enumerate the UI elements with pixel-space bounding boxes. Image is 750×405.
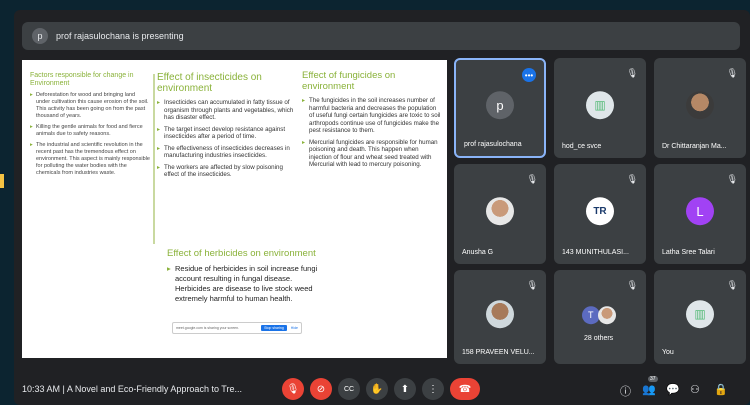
- more-options-icon[interactable]: ⋮: [422, 378, 444, 400]
- participant-tile[interactable]: 🎙 ▥ hod_ce svce: [554, 58, 646, 158]
- slide-bullet: The fungicides in the soil increases num…: [302, 97, 442, 135]
- participant-tile[interactable]: 🎙 L Latha Sree Talari: [654, 164, 746, 264]
- others-count: 28 others: [584, 335, 614, 342]
- self-tile[interactable]: 🎙 ▥ You: [654, 270, 746, 364]
- mic-off-icon: 🎙: [626, 174, 638, 184]
- more-options-icon[interactable]: •••: [522, 68, 536, 82]
- presenting-bar: p prof rajasulochana is presenting: [22, 22, 740, 50]
- participant-name: You: [662, 349, 674, 356]
- host-controls-icon[interactable]: 🔒: [714, 383, 728, 396]
- avatar: ▥: [686, 300, 714, 329]
- participant-tile[interactable]: 🎙 Dr Chittaranjan Ma...: [654, 58, 746, 158]
- control-bar: 10:33 AM | A Novel and Eco-Friendly Appr…: [14, 372, 750, 405]
- activities-icon[interactable]: ⚇: [690, 383, 700, 396]
- slide-col-insecticides: Effect of insecticides on environment In…: [157, 72, 297, 183]
- mic-off-icon: 🎙: [626, 280, 638, 290]
- end-call-button[interactable]: ☎: [450, 378, 480, 400]
- slide-bullet: Killing the gentle animals for food and …: [30, 124, 150, 138]
- slide-bullet: Deforestation for wood and bringing land…: [30, 92, 150, 120]
- sharing-popup: meet.google.com is sharing your screen. …: [172, 322, 302, 334]
- participant-name: prof rajasulochana: [464, 141, 522, 148]
- participant-tile[interactable]: 🎙 Anusha G: [454, 164, 546, 264]
- participant-name: 158 PRAVEEN VELU...: [462, 349, 535, 356]
- presenting-text: prof rajasulochana is presenting: [56, 31, 184, 41]
- slide-heading: Factors responsible for change in Enviro…: [30, 72, 134, 87]
- avatar: [686, 91, 714, 120]
- mic-off-icon: 🎙: [526, 280, 538, 290]
- participant-tile[interactable]: 🎙 TR 143 MUNITHULASI...: [554, 164, 646, 264]
- present-icon[interactable]: ⬆: [394, 378, 416, 400]
- avatar: ▥: [586, 91, 614, 120]
- highlight-marker: [0, 174, 4, 188]
- avatar: p: [486, 91, 514, 120]
- avatar: TR: [586, 197, 614, 226]
- stop-sharing-button[interactable]: Stop sharing: [261, 325, 287, 331]
- chat-icon[interactable]: 💬: [666, 383, 680, 396]
- raise-hand-icon[interactable]: ✋: [366, 378, 388, 400]
- slide-bullet: The workers are affected by slow poisoni…: [157, 164, 297, 179]
- slide-col-factors: Factors responsible for change in Enviro…: [30, 72, 150, 181]
- mic-off-icon: 🎙: [726, 68, 738, 78]
- hide-button[interactable]: Hide: [291, 326, 298, 330]
- participant-tile[interactable]: ••• p prof rajasulochana: [454, 58, 546, 158]
- slide-bullet: The industrial and scientific revolution…: [30, 142, 150, 177]
- slide-heading: Effect of herbicides on environment: [167, 248, 316, 259]
- meet-window: p prof rajasulochana is presenting Facto…: [14, 10, 750, 405]
- mic-off-icon: 🎙: [726, 280, 738, 290]
- meeting-time-title: 10:33 AM | A Novel and Eco-Friendly Appr…: [22, 384, 242, 394]
- mic-off-icon: 🎙: [626, 68, 638, 78]
- mic-off-icon: 🎙: [526, 174, 538, 184]
- participant-name: hod_ce svce: [562, 143, 602, 150]
- participant-name: 143 MUNITHULASI...: [562, 249, 629, 256]
- presenter-avatar: p: [32, 28, 48, 44]
- mic-off-icon[interactable]: 🎙: [282, 378, 304, 400]
- others-tile[interactable]: 🎙 T 28 others: [554, 270, 646, 364]
- slide-heading: Effect of insecticides on environment: [157, 72, 262, 94]
- mic-off-icon: 🎙: [726, 174, 738, 184]
- participant-name: Latha Sree Talari: [662, 249, 715, 256]
- avatar: L: [686, 197, 714, 226]
- slide-heading: Effect of fungicides on environment: [302, 70, 396, 92]
- slide-divider: [153, 74, 155, 244]
- slide-bullet: Mercurial fungicides are responsible for…: [302, 139, 442, 169]
- camera-off-icon[interactable]: ⊘: [310, 378, 332, 400]
- shared-screen: Factors responsible for change in Enviro…: [22, 60, 447, 358]
- slide-bullet: The target insect develop resistance aga…: [157, 126, 297, 141]
- avatar: T: [581, 306, 600, 325]
- participant-tile[interactable]: 🎙 158 PRAVEEN VELU...: [454, 270, 546, 364]
- avatar: [486, 197, 514, 226]
- people-count-badge: 37: [648, 376, 658, 382]
- info-icon[interactable]: ⓘ: [620, 383, 631, 399]
- slide-col-herbicides: Effect of herbicides on environment Resi…: [167, 248, 327, 304]
- slide-col-fungicides: Effect of fungicides on environment The …: [302, 70, 442, 173]
- avatar: [486, 300, 514, 329]
- slide-bullet: The effectiveness of insecticides decrea…: [157, 145, 297, 160]
- avatar: [598, 306, 617, 325]
- participant-name: Dr Chittaranjan Ma...: [662, 143, 727, 150]
- people-icon[interactable]: 👥: [642, 383, 656, 396]
- slide-bullet: Insecticides can accumulated in fatty ti…: [157, 99, 297, 122]
- participant-name: Anusha G: [462, 249, 494, 256]
- captions-icon[interactable]: CC: [338, 378, 360, 400]
- slide-bullet: Residue of herbicides in soil increase f…: [167, 264, 327, 304]
- popup-text: meet.google.com is sharing your screen.: [176, 326, 240, 330]
